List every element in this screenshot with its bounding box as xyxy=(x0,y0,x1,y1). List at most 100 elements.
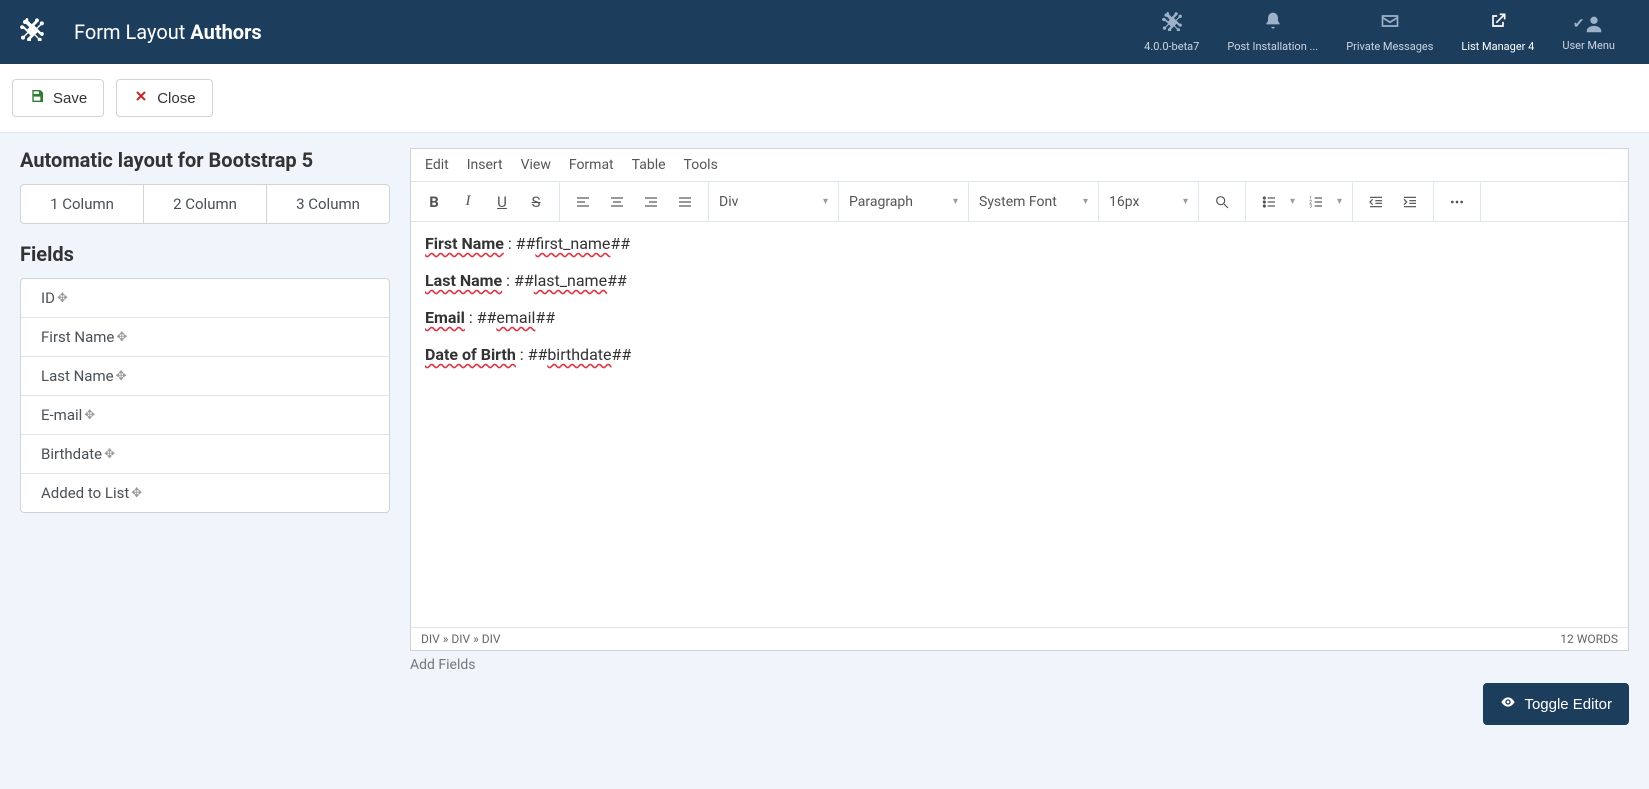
header-item-user-menu[interactable]: ✔ User Menu xyxy=(1548,3,1629,61)
column-option-1[interactable]: 1 Column xyxy=(21,185,144,223)
indent-button[interactable] xyxy=(1393,185,1427,219)
italic-button[interactable]: I xyxy=(451,185,485,219)
field-label: ID xyxy=(41,289,55,307)
joomla-logo-icon xyxy=(20,17,44,47)
save-button[interactable]: Save xyxy=(12,79,104,117)
save-icon xyxy=(29,88,45,108)
editor-container: Edit Insert View Format Table Tools B I … xyxy=(410,148,1629,651)
move-icon: ✥ xyxy=(131,486,142,501)
joomla-icon xyxy=(1162,11,1182,36)
app-header: Form Layout Authors 4.0.0-beta7 Post Ins… xyxy=(0,0,1649,64)
sidebar: Automatic layout for Bootstrap 5 1 Colum… xyxy=(20,148,390,513)
move-icon: ✥ xyxy=(116,330,127,345)
close-label: Close xyxy=(157,90,195,107)
envelope-icon xyxy=(1380,11,1400,36)
header-item-label: User Menu xyxy=(1562,39,1615,52)
editor-statusbar: DIV » DIV » DIV 12 WORDS xyxy=(411,627,1628,650)
editor-body[interactable]: First Name : ##first_name## Last Name : … xyxy=(411,222,1628,627)
header-item-label: Post Installation ... xyxy=(1227,40,1318,53)
editor-panel: Edit Insert View Format Table Tools B I … xyxy=(410,148,1629,725)
select-value: Paragraph xyxy=(849,194,913,210)
fields-section-title: Fields xyxy=(20,242,390,266)
font-family-select[interactable]: System Font ▾ xyxy=(969,182,1099,221)
move-icon: ✥ xyxy=(104,447,115,462)
header-item-label: Private Messages xyxy=(1346,40,1433,53)
header-item-label: List Manager 4 xyxy=(1461,40,1534,53)
align-justify-button[interactable] xyxy=(668,185,702,219)
header-item-list-manager[interactable]: List Manager 4 xyxy=(1447,3,1548,61)
user-icon: ✔ xyxy=(1573,13,1605,35)
field-label: First Name xyxy=(41,328,114,346)
field-item[interactable]: E-mail✥ xyxy=(21,396,389,435)
word-count: 12 WORDS xyxy=(1560,632,1618,646)
menu-format[interactable]: Format xyxy=(569,157,614,173)
chevron-down-icon: ▾ xyxy=(1083,196,1088,207)
header-quick-icons: 4.0.0-beta7 Post Installation ... Privat… xyxy=(1130,3,1629,61)
block-format-select[interactable]: Div ▾ xyxy=(709,182,839,221)
chevron-down-icon[interactable]: ▾ xyxy=(1333,196,1346,207)
move-icon: ✥ xyxy=(57,291,68,306)
column-layout-group: 1 Column 2 Column 3 Column xyxy=(20,184,390,224)
field-label: Last Name xyxy=(41,367,114,385)
move-icon: ✥ xyxy=(84,408,95,423)
main-area: Automatic layout for Bootstrap 5 1 Colum… xyxy=(0,133,1649,740)
strikethrough-button[interactable]: S xyxy=(519,185,553,219)
close-button[interactable]: Close xyxy=(116,79,212,117)
action-toolbar: Save Close xyxy=(0,64,1649,133)
editor-line: Last Name : ##last_name## xyxy=(425,271,1614,290)
bold-button[interactable]: B xyxy=(417,185,451,219)
menu-view[interactable]: View xyxy=(521,157,551,173)
editor-line: Date of Birth : ##birthdate## xyxy=(425,345,1614,364)
outdent-button[interactable] xyxy=(1359,185,1393,219)
layout-section-title: Automatic layout for Bootstrap 5 xyxy=(20,148,390,172)
bullet-list-button[interactable] xyxy=(1252,185,1286,219)
select-value: Div xyxy=(719,194,738,210)
field-label: Added to List xyxy=(41,484,129,502)
search-button[interactable] xyxy=(1205,185,1239,219)
save-label: Save xyxy=(53,90,87,107)
fields-list: ID✥ First Name✥ Last Name✥ E-mail✥ Birth… xyxy=(20,278,390,513)
menu-tools[interactable]: Tools xyxy=(684,157,718,173)
header-item-version[interactable]: 4.0.0-beta7 xyxy=(1130,3,1213,61)
more-button[interactable] xyxy=(1440,185,1474,219)
move-icon: ✥ xyxy=(116,369,127,384)
editor-menubar: Edit Insert View Format Table Tools xyxy=(411,149,1628,182)
header-item-label: 4.0.0-beta7 xyxy=(1144,40,1199,53)
field-label: Birthdate xyxy=(41,445,102,463)
element-path[interactable]: DIV » DIV » DIV xyxy=(421,632,501,646)
toggle-editor-button[interactable]: Toggle Editor xyxy=(1483,683,1629,725)
select-value: 16px xyxy=(1109,194,1139,210)
field-item[interactable]: First Name✥ xyxy=(21,318,389,357)
field-item[interactable]: Last Name✥ xyxy=(21,357,389,396)
select-value: System Font xyxy=(979,194,1057,210)
font-size-select[interactable]: 16px ▾ xyxy=(1099,182,1199,221)
align-center-button[interactable] xyxy=(600,185,634,219)
field-item[interactable]: Birthdate✥ xyxy=(21,435,389,474)
align-right-button[interactable] xyxy=(634,185,668,219)
paragraph-format-select[interactable]: Paragraph ▾ xyxy=(839,182,969,221)
menu-table[interactable]: Table xyxy=(632,157,666,173)
editor-line: First Name : ##first_name## xyxy=(425,234,1614,253)
editor-line: Email : ##email## xyxy=(425,308,1614,327)
header-item-messages[interactable]: Private Messages xyxy=(1332,3,1447,61)
column-option-2[interactable]: 2 Column xyxy=(144,185,267,223)
underline-button[interactable]: U xyxy=(485,185,519,219)
align-left-button[interactable] xyxy=(566,185,600,219)
menu-insert[interactable]: Insert xyxy=(467,157,503,173)
external-link-icon xyxy=(1488,11,1508,36)
eye-icon xyxy=(1500,694,1516,714)
field-label: E-mail xyxy=(41,406,82,424)
column-option-3[interactable]: 3 Column xyxy=(267,185,389,223)
close-icon xyxy=(133,88,149,108)
field-item[interactable]: Added to List✥ xyxy=(21,474,389,512)
field-item[interactable]: ID✥ xyxy=(21,279,389,318)
toggle-editor-label: Toggle Editor xyxy=(1524,696,1612,713)
chevron-down-icon: ▾ xyxy=(953,196,958,207)
chevron-down-icon: ▾ xyxy=(823,196,828,207)
menu-edit[interactable]: Edit xyxy=(425,157,449,173)
chevron-down-icon: ▾ xyxy=(1183,196,1188,207)
header-item-post-install[interactable]: Post Installation ... xyxy=(1213,3,1332,61)
chevron-down-icon[interactable]: ▾ xyxy=(1286,196,1299,207)
svg-text:3: 3 xyxy=(1309,203,1312,209)
numbered-list-button[interactable]: 123 xyxy=(1299,185,1333,219)
